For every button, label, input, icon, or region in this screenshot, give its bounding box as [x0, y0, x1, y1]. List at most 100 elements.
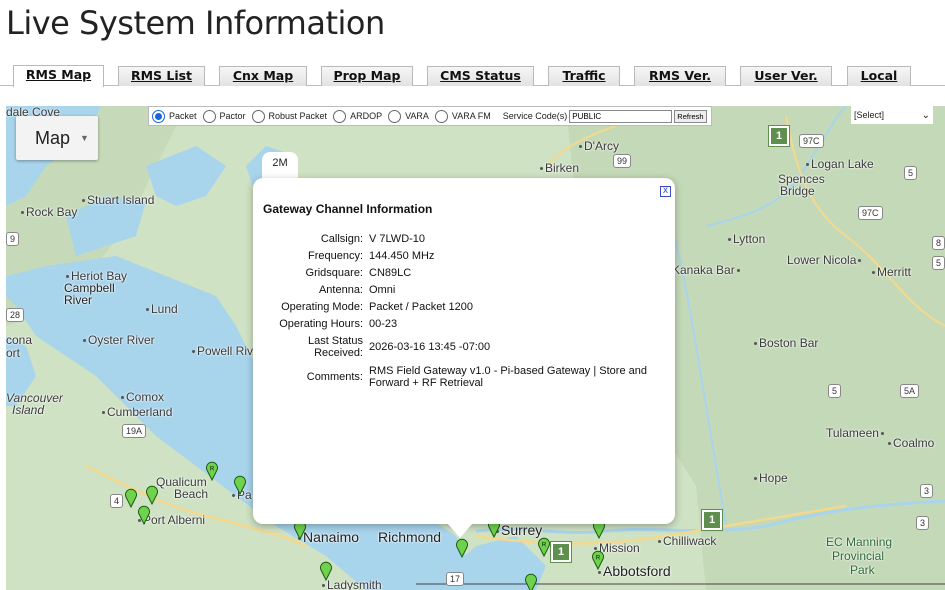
mode-selector-bar: Packet Pactor Robust Packet ARDOP VARA V… — [148, 106, 712, 126]
service-code-label: Service Code(s) — [502, 111, 568, 121]
mode-vara[interactable]: VARA — [388, 109, 429, 123]
popup-pointer — [448, 524, 472, 538]
place-label: D'Arcy — [579, 140, 619, 153]
highway-shield: 28 — [6, 308, 25, 322]
highway-shield: 3 — [916, 516, 930, 530]
info-value: 00-23 — [369, 317, 398, 330]
mode-vara-fm[interactable]: VARA FM — [434, 109, 491, 123]
rms-station-pin[interactable] — [145, 485, 159, 505]
place-label: Kanaka Bar — [672, 264, 742, 277]
info-value: Packet / Packet 1200 — [369, 300, 473, 313]
trans-canada-shield: 1 — [701, 509, 723, 531]
place-label: Tulameen — [826, 427, 886, 440]
info-value: 144.450 MHz — [369, 249, 435, 262]
info-row: Comments: RMS Field Gateway v1.0 - Pi-bas… — [263, 362, 663, 392]
tab-bar: RMS Map RMS List Cnx Map Prop Map CMS St… — [0, 64, 945, 87]
park-label: Park — [850, 563, 875, 577]
place-label: ort — [6, 346, 21, 360]
info-label: Antenna: — [318, 283, 363, 296]
station-select[interactable]: [Select] ⌄ — [851, 106, 933, 124]
tab-cms-status[interactable]: CMS Status — [427, 66, 534, 86]
place-label: Powell Riv — [192, 345, 253, 358]
place-label: Birken — [540, 162, 579, 175]
place-label: Oyster River — [83, 334, 155, 347]
info-label: Comments: — [306, 371, 363, 383]
place-label: Beach — [174, 487, 209, 501]
refresh-button[interactable]: Refresh — [674, 109, 707, 123]
popup-title: Gateway Channel Information — [263, 202, 433, 216]
rms-station-pin[interactable]: R — [205, 461, 219, 481]
place-label: Boston Bar — [754, 337, 818, 350]
tab-user-ver[interactable]: User Ver. — [740, 66, 832, 86]
trans-canada-shield: 1 — [550, 541, 572, 563]
rms-station-pin[interactable]: R — [537, 537, 551, 557]
mode-pactor[interactable]: Pactor — [202, 109, 246, 123]
info-value: V 7LWD-10 — [369, 232, 426, 245]
radio-icon[interactable] — [388, 109, 402, 123]
info-row: Gridsquare: CN89LC — [263, 264, 663, 281]
info-label: Operating Mode: — [281, 300, 363, 313]
rms-map[interactable]: dale Cove Rock Bay Stuart Island Heriot … — [6, 106, 945, 590]
page-title: Live System Information — [6, 4, 385, 42]
info-label: Last Status Received: — [307, 335, 363, 359]
rms-station-pin[interactable] — [124, 488, 138, 508]
park-label: Provincial — [832, 549, 885, 563]
map-type-button[interactable]: Map ▼ — [16, 116, 98, 160]
info-label: Operating Hours: — [279, 317, 363, 330]
gateway-info-window: x Gateway Channel Information Callsign: V… — [253, 178, 675, 524]
gateway-info-table: Callsign: V 7LWD-10 Frequency: 144.450 MHz… — [263, 230, 663, 392]
rms-station-pin[interactable] — [233, 475, 247, 495]
tab-cnx-map[interactable]: Cnx Map — [219, 66, 307, 86]
place-label: Logan Lake — [806, 158, 874, 171]
info-row: Operating Mode: Packet / Packet 1200 — [263, 298, 663, 315]
svg-text:R: R — [542, 543, 547, 549]
tab-local[interactable]: Local — [847, 66, 911, 86]
radio-icon[interactable] — [202, 109, 216, 123]
place-label: Hope — [754, 472, 788, 485]
highway-shield: 3 — [920, 484, 934, 498]
place-label: Cumberland — [102, 406, 172, 419]
info-value: 2026-03-16 13:45 -07:00 — [369, 341, 491, 353]
highway-shield: 97C — [858, 206, 883, 220]
info-row: Antenna: Omni — [263, 281, 663, 298]
info-label: Callsign: — [320, 232, 363, 245]
rms-station-pin[interactable] — [319, 561, 333, 581]
radio-icon[interactable] — [333, 109, 347, 123]
tab-prop-map[interactable]: Prop Map — [321, 66, 413, 86]
place-label: Lund — [146, 303, 178, 316]
service-code-input[interactable] — [569, 109, 673, 123]
tab-traffic[interactable]: Traffic — [548, 66, 620, 86]
place-label: Island — [12, 403, 45, 417]
place-label: Lower Nicola — [787, 254, 863, 267]
rms-station-pin[interactable] — [524, 573, 538, 590]
highway-shield: 17 — [446, 572, 465, 586]
park-label: EC Manning — [826, 535, 893, 549]
rms-station-pin[interactable]: R — [591, 550, 605, 570]
highway-shield: 5 — [828, 384, 842, 398]
mode-packet[interactable]: Packet — [152, 109, 197, 123]
close-icon[interactable]: x — [660, 186, 671, 197]
tab-rms-list[interactable]: RMS List — [118, 66, 205, 86]
mode-robust-packet[interactable]: Robust Packet — [251, 109, 327, 123]
svg-text:R: R — [210, 467, 215, 473]
place-label: Rock Bay — [21, 206, 77, 219]
mode-ardop[interactable]: ARDOP — [333, 109, 382, 123]
highway-shield: 5A — [900, 384, 920, 398]
tab-rms-ver[interactable]: RMS Ver. — [634, 66, 726, 86]
place-label: Abbotsford — [598, 564, 671, 578]
rms-station-pin[interactable] — [137, 505, 151, 525]
rms-station-pin[interactable] — [455, 538, 469, 558]
tab-rms-map[interactable]: RMS Map — [13, 65, 104, 87]
caret-down-icon: ▼ — [80, 133, 89, 143]
popup-tab-2m[interactable]: 2M — [262, 152, 298, 180]
info-row: Last Status Received: 2026-03-16 13:45 -0… — [263, 332, 663, 362]
trans-canada-shield: 1 — [768, 125, 790, 147]
svg-text:R: R — [596, 556, 601, 562]
radio-icon[interactable] — [251, 109, 265, 123]
place-label: Merritt — [872, 266, 911, 279]
radio-icon[interactable] — [434, 109, 448, 123]
radio-selected-icon[interactable] — [152, 109, 165, 123]
place-label: Lytton — [728, 233, 765, 246]
highway-shield: 99 — [613, 154, 632, 168]
info-value: Omni — [369, 283, 396, 296]
